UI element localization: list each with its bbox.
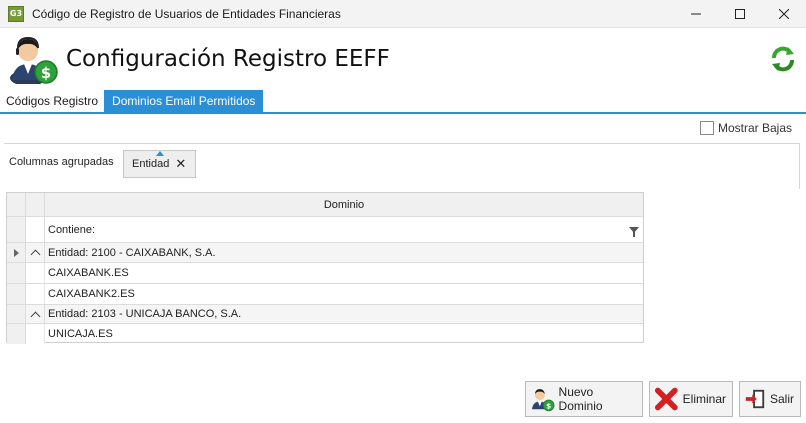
minimize-icon: [691, 13, 701, 15]
svg-text:$: $: [41, 64, 51, 82]
domains-grid: Dominio Contiene: Entidad: 2100 - CAIXAB…: [6, 192, 644, 344]
group-by-label: Columnas agrupadas: [9, 156, 114, 168]
group-row-label: Entidad: 2100 - CAIXABANK, S.A.: [45, 243, 643, 262]
chevron-up-icon: [30, 311, 40, 321]
filter-indicator-cell: [7, 217, 26, 242]
show-deleted-checkbox[interactable]: [699, 121, 714, 135]
header-group-cell: [26, 193, 45, 216]
red-x-icon: [654, 387, 678, 411]
table-row[interactable]: UNICAJA.ES: [7, 324, 643, 344]
show-deleted-toggle[interactable]: Mostrar Bajas: [699, 121, 792, 135]
row-indicator: [7, 243, 26, 262]
grid-header-row: Dominio: [7, 193, 643, 217]
new-domain-button[interactable]: $ Nuevo Dominio: [525, 381, 643, 417]
domain-cell[interactable]: CAIXABANK2.ES: [45, 284, 643, 304]
group-chip-label: Entidad: [132, 158, 170, 170]
row-indicator: [7, 263, 26, 283]
header-indicator-cell: [7, 193, 26, 216]
filter-row: Contiene:: [7, 217, 643, 243]
filter-icon[interactable]: [629, 226, 639, 237]
exit-label: Salir: [769, 392, 794, 406]
user-money-icon: $: [531, 389, 555, 412]
new-domain-label: Nuevo Dominio: [558, 385, 603, 413]
domain-cell[interactable]: CAIXABANK.ES: [45, 263, 643, 283]
table-row[interactable]: CAIXABANK2.ES: [7, 284, 643, 305]
refresh-icon[interactable]: [770, 46, 796, 72]
group-row[interactable]: Entidad: 2103 - UNICAJA BANCO, S.A.: [7, 305, 643, 324]
row-indicator: [7, 324, 26, 344]
window-titlebar: G3 Código de Registro de Usuarios de Ent…: [0, 0, 806, 28]
row-indent-cell: [26, 263, 45, 283]
group-collapse-toggle[interactable]: [26, 243, 45, 262]
page-header: $ Configuración Registro EEFF: [0, 28, 806, 90]
tab-dominios-email[interactable]: Dominios Email Permitidos: [104, 90, 264, 112]
row-indicator: [7, 284, 26, 304]
filter-group-cell: [26, 217, 45, 242]
filter-input[interactable]: Contiene:: [45, 217, 643, 242]
window-title: Código de Registro de Usuarios de Entida…: [32, 6, 341, 21]
column-header-dominio[interactable]: Dominio: [45, 193, 643, 216]
minimize-button[interactable]: [674, 0, 718, 28]
maximize-button[interactable]: [718, 0, 762, 28]
show-deleted-label: Mostrar Bajas: [717, 121, 792, 135]
group-row-label: Entidad: 2103 - UNICAJA BANCO, S.A.: [45, 305, 643, 323]
chevron-up-icon: [30, 249, 40, 260]
row-indent-cell: [26, 324, 45, 344]
user-money-icon: $: [10, 36, 58, 84]
exit-door-icon: [745, 389, 765, 409]
remove-group-icon[interactable]: ✕: [175, 156, 186, 172]
group-chip-entidad[interactable]: Entidad ✕: [123, 150, 196, 178]
group-by-panel: Columnas agrupadas Entidad ✕: [4, 143, 800, 189]
close-icon: [779, 9, 789, 19]
close-button[interactable]: [762, 0, 806, 28]
maximize-icon: [735, 9, 745, 19]
exit-button[interactable]: Salir: [739, 381, 801, 417]
tab-strip: Códigos Registro Dominios Email Permitid…: [0, 90, 806, 114]
row-indicator: [7, 305, 26, 323]
row-indent-cell: [26, 284, 45, 304]
tab-codigos-registro[interactable]: Códigos Registro: [0, 90, 105, 112]
app-icon: G3: [8, 5, 24, 22]
group-collapse-toggle[interactable]: [26, 305, 45, 323]
delete-button[interactable]: Eliminar: [649, 381, 733, 417]
row-pointer-icon: [13, 248, 19, 257]
group-row[interactable]: Entidad: 2100 - CAIXABANK, S.A.: [7, 243, 643, 263]
page-title: Configuración Registro EEFF: [66, 46, 390, 72]
table-row[interactable]: CAIXABANK.ES: [7, 263, 643, 284]
sort-ascending-icon: [156, 151, 164, 156]
domain-cell[interactable]: UNICAJA.ES: [45, 324, 643, 344]
delete-label: Eliminar: [682, 392, 726, 406]
svg-text:$: $: [546, 401, 551, 410]
filter-text: Contiene:: [48, 223, 96, 236]
window-controls: [674, 0, 806, 28]
